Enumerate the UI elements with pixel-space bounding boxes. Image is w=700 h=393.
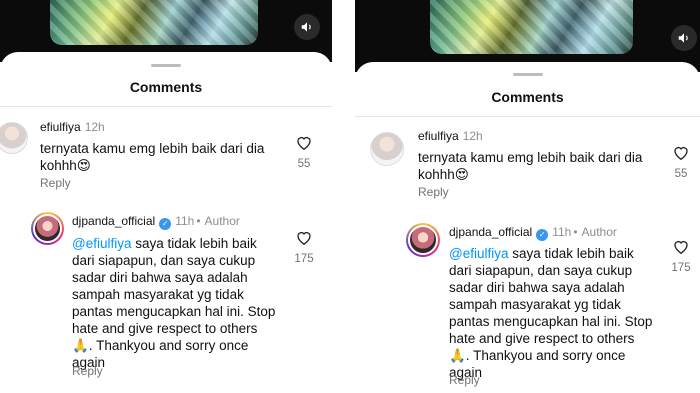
comment-text: ternyata kamu emg lebih baik dari dia ko… bbox=[418, 150, 643, 182]
reply-button[interactable]: Reply bbox=[418, 185, 449, 199]
comment-text: @efiulfiya saya tidak lebih baik dari si… bbox=[72, 236, 276, 370]
comment-text: @efiulfiya saya tidak lebih baik dari si… bbox=[449, 246, 653, 380]
comments-sheet: Comments efiulfiya 12h ternyata kamu emg … bbox=[0, 52, 332, 393]
left-screenshot: Comments efiulfiya 12h ternyata kamu emg … bbox=[0, 0, 332, 393]
like-count: 175 bbox=[294, 253, 314, 265]
like-button[interactable]: 55 bbox=[289, 134, 319, 170]
video-thumbnail bbox=[50, 0, 258, 45]
username[interactable]: djpanda_official bbox=[449, 225, 532, 239]
avatar[interactable] bbox=[0, 122, 28, 154]
timestamp: 11h bbox=[552, 225, 572, 239]
like-count: 175 bbox=[671, 262, 691, 274]
right-screenshot: Comments efiulfiya 12h ternyata kamu emg … bbox=[355, 0, 700, 393]
comment-header: efiulfiya 12h bbox=[418, 129, 483, 143]
like-count: 55 bbox=[674, 168, 688, 180]
username[interactable]: djpanda_official bbox=[72, 214, 155, 228]
divider bbox=[0, 106, 332, 107]
divider bbox=[355, 116, 700, 117]
heart-icon bbox=[674, 146, 688, 161]
comment-text: ternyata kamu emg lebih baik dari dia ko… bbox=[40, 141, 265, 173]
username[interactable]: efiulfiya bbox=[40, 120, 81, 134]
video-thumbnail bbox=[430, 0, 633, 54]
reply-button[interactable]: Reply bbox=[40, 176, 71, 190]
sheet-title: Comments bbox=[129, 79, 203, 95]
heart-icon bbox=[674, 240, 688, 255]
sound-button[interactable] bbox=[294, 14, 320, 40]
verified-badge-icon: ✓ bbox=[536, 229, 549, 241]
username[interactable]: efiulfiya bbox=[418, 129, 459, 143]
sheet-title: Comments bbox=[491, 89, 564, 105]
reply-button[interactable]: Reply bbox=[72, 364, 103, 378]
author-avatar[interactable] bbox=[406, 223, 440, 257]
author-avatar[interactable] bbox=[31, 212, 64, 245]
sound-button[interactable] bbox=[671, 25, 697, 51]
like-button[interactable]: 175 bbox=[289, 229, 319, 265]
sheet-handle[interactable] bbox=[512, 73, 543, 76]
comment-header: djpanda_official ✓ 11h • Author bbox=[72, 214, 240, 230]
reply-button[interactable]: Reply bbox=[449, 373, 480, 387]
heart-icon bbox=[297, 231, 311, 246]
panel-gap bbox=[332, 0, 355, 393]
timestamp: 12h bbox=[84, 120, 105, 134]
comment-header: efiulfiya 12h bbox=[40, 120, 105, 134]
like-count: 55 bbox=[297, 158, 311, 170]
author-tag: Author bbox=[204, 214, 240, 228]
timestamp: 12h bbox=[462, 129, 483, 143]
verified-badge-icon: ✓ bbox=[159, 218, 172, 230]
sheet-handle[interactable] bbox=[151, 64, 181, 67]
speaker-icon bbox=[678, 33, 688, 43]
mention-link[interactable]: @efiulfiya bbox=[72, 236, 131, 251]
comments-sheet: Comments efiulfiya 12h ternyata kamu emg … bbox=[355, 62, 700, 393]
like-button[interactable]: 175 bbox=[666, 238, 696, 274]
like-button[interactable]: 55 bbox=[666, 144, 696, 180]
avatar[interactable] bbox=[370, 132, 404, 166]
author-tag: Author bbox=[581, 225, 617, 239]
comment-header: djpanda_official ✓ 11h • Author bbox=[449, 225, 617, 241]
speaker-icon bbox=[301, 22, 311, 32]
timestamp: 11h bbox=[175, 214, 195, 228]
heart-icon bbox=[297, 136, 311, 151]
mention-link[interactable]: @efiulfiya bbox=[449, 246, 508, 261]
